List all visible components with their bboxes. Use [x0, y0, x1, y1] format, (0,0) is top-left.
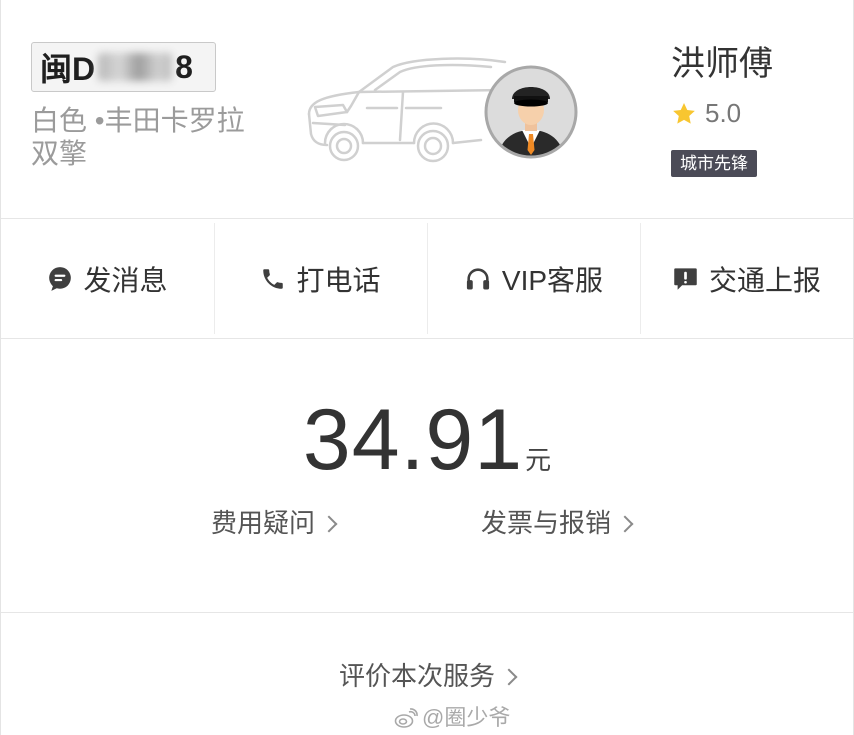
driver-name: 洪师傅 [671, 45, 773, 83]
watermark: @圈少爷 [394, 705, 510, 731]
weibo-logo-icon [394, 708, 418, 728]
fee-question-link[interactable]: 费用疑问 [211, 506, 338, 540]
invoice-reimbursement-link[interactable]: 发票与报销 [481, 506, 634, 540]
traffic-report-icon [674, 268, 697, 290]
invoice-label: 发票与报销 [481, 508, 612, 538]
license-plate: 闽D 8 [31, 42, 216, 92]
car-model-variant: 双擎 [31, 138, 88, 169]
trip-summary-card: 闽D 8 白色 •丰田卡罗拉 双擎 洪师傅 5.0 城市先锋 发消息 打电话 V… [0, 0, 854, 735]
driver-badge: 城市先锋 [671, 150, 757, 177]
car-color-model: 白色 •丰田卡罗拉 [31, 105, 245, 136]
driver-rating: 5.0 [671, 98, 741, 129]
fee-question-label: 费用疑问 [211, 508, 316, 538]
chevron-right-icon [616, 515, 634, 533]
send-message-button[interactable]: 发消息 [1, 219, 214, 338]
star-icon [673, 102, 695, 124]
plate-suffix: 8 [175, 48, 193, 85]
traffic-report-label: 交通上报 [708, 264, 821, 296]
send-message-label: 发消息 [83, 264, 168, 296]
driver-avatar [484, 65, 578, 159]
rate-service-label: 评价本次服务 [338, 661, 495, 691]
plate-blurred-region [98, 53, 173, 81]
watermark-text: @圈少爷 [422, 705, 511, 730]
vip-service-label: VIP客服 [501, 264, 604, 296]
chevron-right-icon [320, 515, 338, 533]
action-bar: 发消息 打电话 VIP客服 交通上报 [1, 219, 853, 339]
vip-service-button[interactable]: VIP客服 [427, 219, 640, 338]
traffic-report-button[interactable]: 交通上报 [640, 219, 853, 338]
call-button[interactable]: 打电话 [214, 219, 427, 338]
fare-amount: 34.91元 [1, 397, 853, 508]
plate-prefix: 闽D [40, 51, 96, 87]
fare-amount-value: 34.91 [302, 392, 524, 488]
headset-icon [466, 267, 490, 289]
car-illustration [307, 57, 507, 163]
phone-icon [263, 268, 284, 289]
rate-service-row: 评价本次服务 [1, 659, 853, 693]
message-bubble-icon [49, 266, 72, 291]
driver-info-section: 闽D 8 白色 •丰田卡罗拉 双擎 洪师傅 5.0 城市先锋 [1, 0, 853, 219]
car-description: 白色 •丰田卡罗拉 双擎 [31, 104, 245, 170]
rate-service-link[interactable]: 评价本次服务 [338, 659, 518, 693]
section-divider [1, 612, 853, 613]
fare-currency-unit: 元 [525, 445, 552, 475]
call-label: 打电话 [296, 264, 381, 296]
chevron-right-icon [500, 668, 518, 686]
rating-value: 5.0 [705, 98, 742, 128]
